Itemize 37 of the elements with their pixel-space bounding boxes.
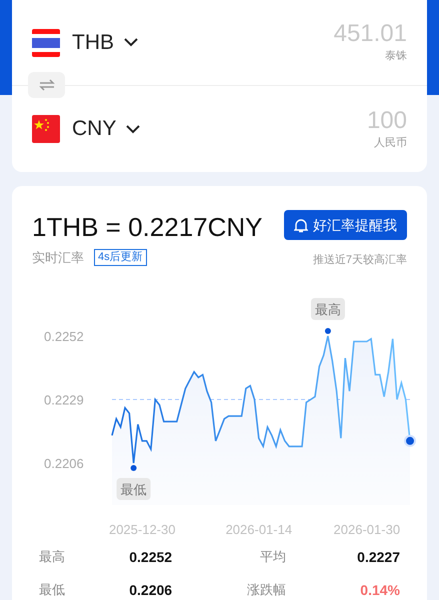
swap-icon [38, 79, 54, 91]
stat-value: 0.14% [359, 580, 400, 600]
y-axis-label: 0.2252 [44, 328, 84, 344]
extreme-point [324, 328, 331, 334]
flag-icon [32, 115, 60, 143]
exchange-rate: 1THB = 0.2217CNY [32, 212, 263, 242]
x-axis-label: 2026-01-30 [334, 522, 400, 536]
y-axis-label: 0.2229 [44, 392, 84, 407]
chevron-down-icon [126, 124, 140, 134]
stat-label: 最低 [39, 581, 66, 600]
stat-label: 平均 [258, 548, 287, 566]
extreme-point [130, 464, 137, 470]
flag-icon [32, 28, 60, 56]
currency-selector[interactable]: CNY [72, 113, 140, 145]
stat-value: 0.2252 [129, 548, 174, 566]
currency-name: 人民币 [374, 136, 407, 151]
alert-note: 推送近7天较高汇率 [312, 252, 407, 268]
bell-icon [294, 218, 308, 232]
swap-button[interactable] [28, 72, 65, 98]
stat-value: 0.2227 [356, 548, 400, 566]
stat-value: 0.2206 [129, 580, 174, 600]
current-point [404, 434, 416, 446]
extreme-tag: 最高 [310, 298, 345, 320]
currency-selector[interactable]: THB [72, 26, 138, 58]
x-axis-label: 2026-01-14 [226, 522, 292, 536]
annotation: 最低 [120, 482, 147, 496]
refresh-badge: 4s后更新 [94, 249, 147, 266]
rate-alert-button[interactable]: 好汇率提醒我 [284, 210, 407, 240]
rate-label: 实时汇率 [32, 249, 84, 267]
annotation: 最高 [314, 302, 341, 316]
y-axis-label: 0.2206 [44, 456, 84, 470]
chevron-down-icon [124, 38, 138, 47]
stat-label: 最高 [39, 548, 66, 566]
x-axis-label: 2025-12-30 [108, 522, 176, 536]
stat-label: 涨跌幅 [246, 581, 287, 600]
extreme-tag: 最低 [116, 478, 151, 500]
currency-name: 泰铢 [385, 49, 407, 64]
